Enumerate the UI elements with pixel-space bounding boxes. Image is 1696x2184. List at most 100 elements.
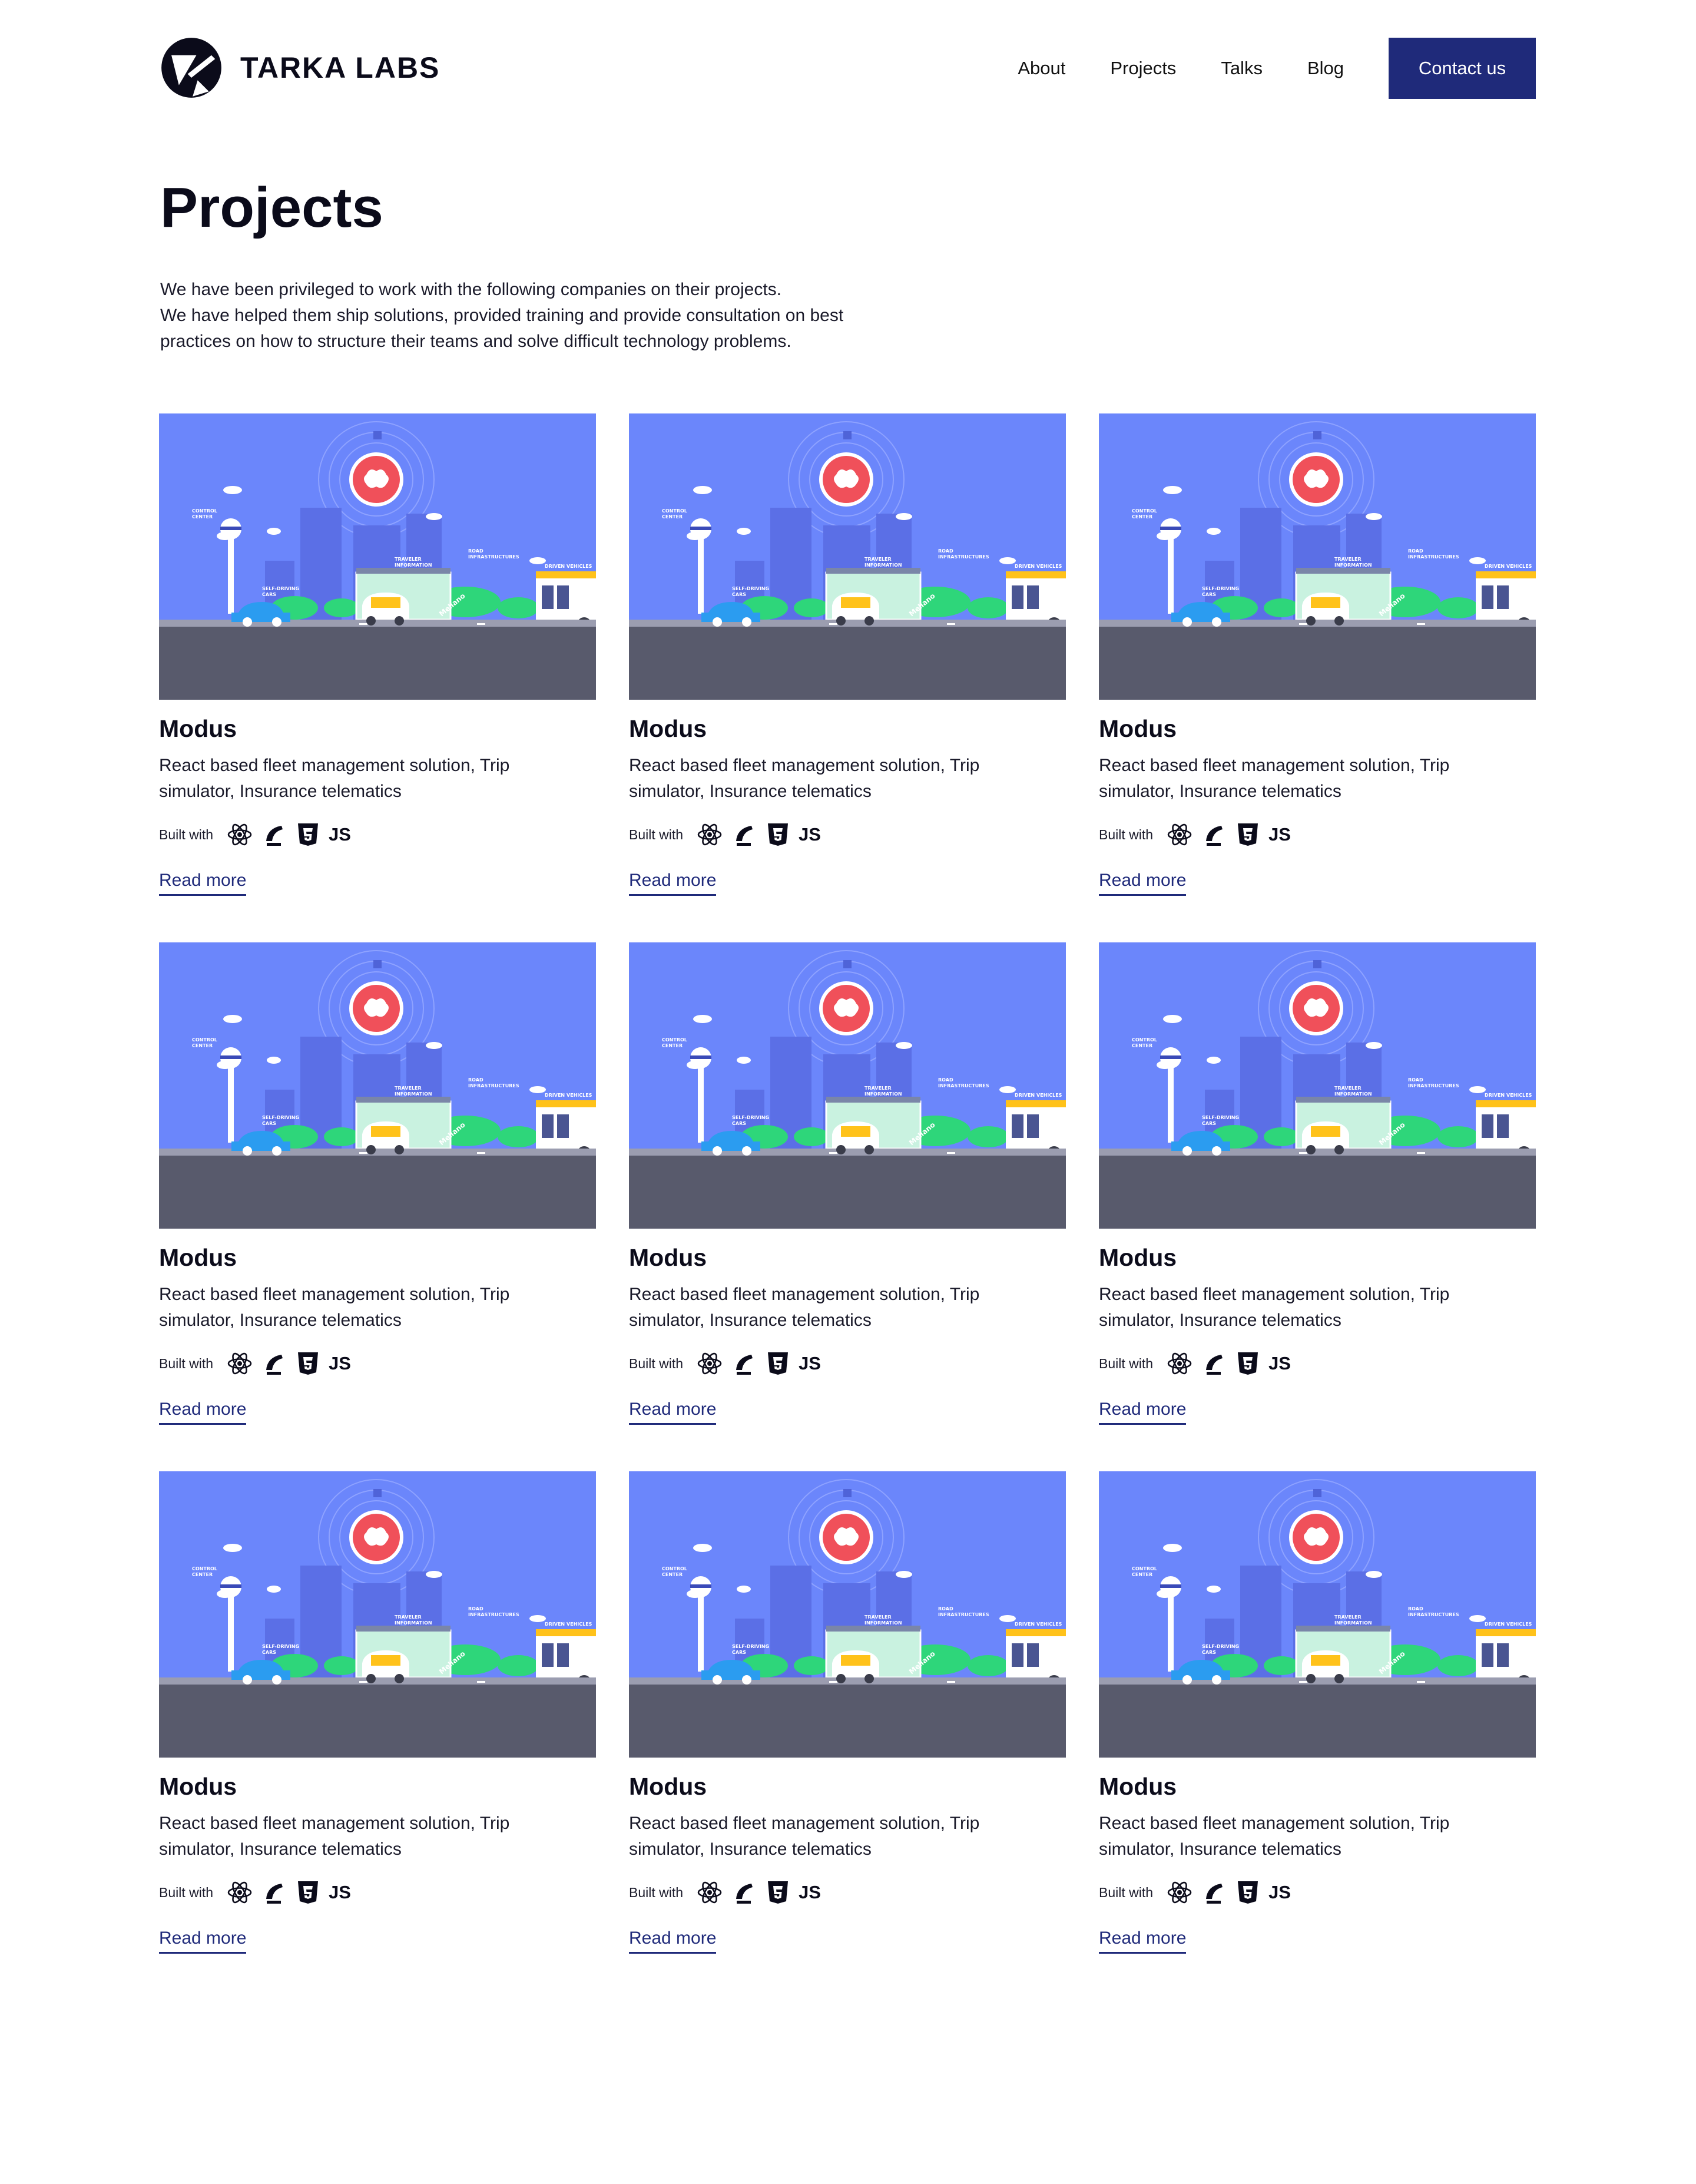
built-with-label: Built with [159,1355,214,1371]
illus-label-information: INFORMATION [1334,1620,1372,1626]
illus-label-center: CENTER [192,514,213,519]
rails-icon [260,821,287,848]
project-card: CONTROL CENTER TRAVELER INFORMATION ROAD… [159,942,596,1471]
project-thumbnail[interactable]: CONTROL CENTER TRAVELER INFORMATION ROAD… [1099,1471,1536,1758]
illus-label-infra: INFRASTRUCTURES [468,1083,519,1088]
project-description: React based fleet management solution, T… [629,1285,980,1330]
project-description: React based fleet management solution, T… [159,756,510,801]
built-with-label: Built with [629,826,684,842]
project-thumbnail[interactable]: CONTROL CENTER TRAVELER INFORMATION ROAD… [629,413,1066,700]
project-thumbnail[interactable]: CONTROL CENTER TRAVELER INFORMATION ROAD… [159,413,596,700]
built-with-label: Built with [1099,826,1154,842]
project-thumbnail[interactable]: CONTROL CENTER TRAVELER INFORMATION ROAD… [159,942,596,1229]
illus-label-traveler: TRAVELER [864,1086,892,1091]
rails-icon [260,1879,287,1906]
read-more-link[interactable]: Read more [159,871,247,896]
built-with-label: Built with [1099,1884,1154,1900]
illus-label-traveler: TRAVELER [1334,1086,1362,1091]
read-more-link[interactable]: Read more [629,1399,717,1425]
react-icon [226,1350,253,1377]
illus-label-selfdriving: SELF-DRIVING [1202,1644,1239,1649]
illus-label-control: CONTROL [1132,1037,1157,1043]
read-more-link[interactable]: Read more [159,1399,247,1425]
illus-label-center: CENTER [1132,1043,1152,1048]
built-with-label: Built with [629,1355,684,1371]
read-more-link[interactable]: Read more [159,1928,247,1954]
illus-label-cars: CARS [262,592,276,597]
illus-label-control: CONTROL [662,1037,687,1043]
illus-label-cars: CARS [262,1121,276,1126]
html5-icon [1234,1879,1261,1906]
illus-label-information: INFORMATION [395,562,432,568]
illus-label-road: ROAD [938,1606,953,1611]
illus-label-traveler: TRAVELER [1334,1614,1362,1620]
rails-icon [1200,1879,1227,1906]
illus-label-center: CENTER [662,514,683,519]
read-more-link[interactable]: Read more [1099,871,1187,896]
project-title: Modus [629,1244,707,1271]
project-title: Modus [159,1244,237,1271]
js-icon: JS [1268,1882,1291,1902]
illus-label-information: INFORMATION [864,562,902,568]
read-more-link[interactable]: Read more [1099,1928,1187,1954]
react-icon [696,821,723,848]
project-thumbnail[interactable]: CONTROL CENTER TRAVELER INFORMATION ROAD… [1099,942,1536,1229]
illus-label-center: CENTER [662,1043,683,1048]
project-thumbnail[interactable]: CONTROL CENTER TRAVELER INFORMATION ROAD… [629,942,1066,1229]
project-title: Modus [629,715,707,742]
illus-label-road: ROAD [938,548,953,554]
react-icon [1166,1879,1193,1906]
illus-label-cars: CARS [732,1121,746,1126]
illus-label-information: INFORMATION [864,1091,902,1097]
nav-talks[interactable]: Talks [1221,58,1263,79]
project-thumbnail[interactable]: CONTROL CENTER TRAVELER INFORMATION ROAD… [629,1471,1066,1758]
project-description: React based fleet management solution, T… [159,1285,510,1330]
illus-label-traveler: TRAVELER [395,1614,422,1620]
project-thumbnail[interactable]: CONTROL CENTER TRAVELER INFORMATION ROAD… [159,1471,596,1758]
illus-label-infra: INFRASTRUCTURES [1408,1083,1459,1088]
nav-projects[interactable]: Projects [1110,58,1176,79]
read-more-link[interactable]: Read more [629,871,717,896]
site-header: TARKA LABS About Projects Talks Blog Con… [0,0,1696,137]
built-with-row: Built with JS [159,820,351,849]
contact-us-button[interactable]: Contact us [1389,38,1536,99]
nav-about[interactable]: About [1018,58,1065,79]
illus-label-infra: INFRASTRUCTURES [938,1083,989,1088]
rails-icon [1200,821,1227,848]
illus-label-road: ROAD [468,548,483,554]
js-icon: JS [1268,1353,1291,1374]
read-more-link[interactable]: Read more [629,1928,717,1954]
js-icon: JS [329,824,351,845]
illus-label-information: INFORMATION [864,1620,902,1626]
project-description: React based fleet management solution, T… [1099,1814,1450,1859]
illus-label-driven: DRIVEN VEHICLES [1015,1622,1062,1627]
built-with-label: Built with [629,1884,684,1900]
project-description: React based fleet management solution, T… [1099,1285,1450,1330]
project-title: Modus [1099,1773,1177,1800]
project-description: React based fleet management solution, T… [1099,756,1450,801]
illus-label-infra: INFRASTRUCTURES [1408,554,1459,560]
project-thumbnail[interactable]: CONTROL CENTER TRAVELER INFORMATION ROAD… [1099,413,1536,700]
rails-icon [1200,1350,1227,1377]
nav-blog[interactable]: Blog [1307,58,1344,79]
js-icon: JS [329,1882,351,1902]
illus-label-driven: DRIVEN VEHICLES [545,1622,592,1627]
rails-icon [730,1350,757,1377]
illus-label-selfdriving: SELF-DRIVING [1202,586,1239,591]
html5-icon [294,1350,322,1377]
react-icon [226,821,253,848]
illus-label-road: ROAD [938,1077,953,1083]
illus-label-infra: INFRASTRUCTURES [938,1612,989,1617]
illus-label-infra: INFRASTRUCTURES [1408,1612,1459,1617]
illus-label-center: CENTER [192,1043,213,1048]
illus-label-selfdriving: SELF-DRIVING [732,586,769,591]
illus-label-selfdriving: SELF-DRIVING [1202,1115,1239,1120]
project-card: CONTROL CENTER TRAVELER INFORMATION ROAD… [1099,413,1536,942]
read-more-link[interactable]: Read more [1099,1399,1187,1425]
built-with-row: Built with JS [1099,1349,1291,1378]
illus-label-road: ROAD [468,1077,483,1083]
intro-line: We have been privileged to work with the… [160,280,782,299]
logo-link[interactable]: TARKA LABS [160,35,440,100]
rails-icon [260,1350,287,1377]
illus-label-information: INFORMATION [1334,562,1372,568]
